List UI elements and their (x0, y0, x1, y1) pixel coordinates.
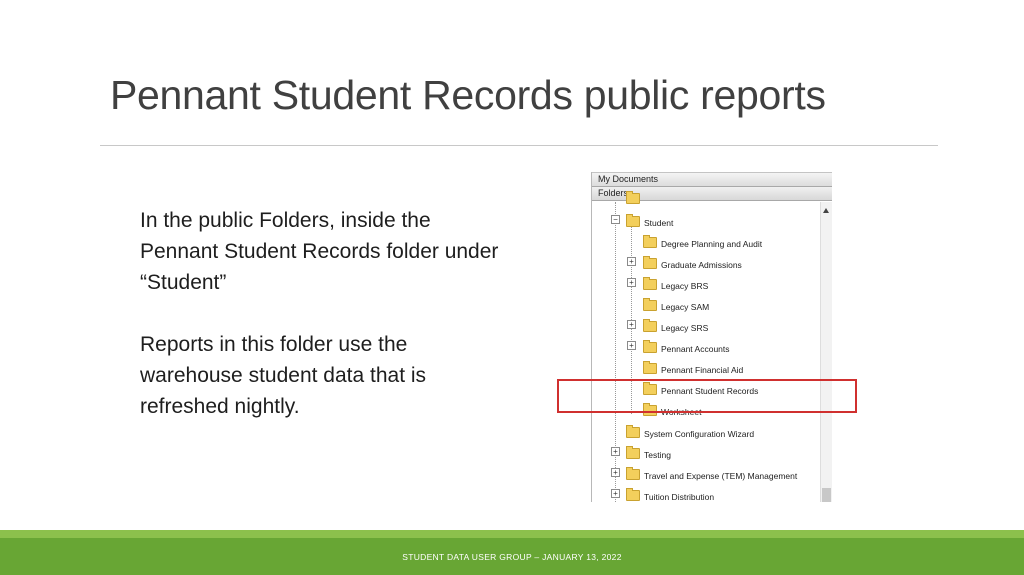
tree-node-cut (626, 191, 644, 207)
my-documents-header[interactable]: My Documents (592, 172, 832, 187)
title-divider (100, 145, 938, 146)
tree-node-system-configuration-wizard[interactable]: System Configuration Wizard (626, 425, 755, 441)
tree-node-testing[interactable]: Testing (626, 446, 671, 462)
tree-node-travel-expense[interactable]: Travel and Expense (TEM) Management (626, 467, 798, 483)
footer-text: STUDENT DATA USER GROUP – JANUARY 13, 20… (402, 552, 622, 562)
tree-node-label: Pennant Accounts (661, 344, 730, 354)
folder-icon (626, 214, 640, 227)
tree-guide-root (615, 202, 616, 502)
slide-body: In the public Folders, inside the Pennan… (140, 205, 500, 453)
tree-node-pennant-accounts[interactable]: Pennant Accounts (643, 340, 730, 356)
expand-toggle-icon[interactable]: + (627, 278, 636, 287)
tree-node-graduate-admissions[interactable]: Graduate Admissions (643, 256, 742, 272)
folder-icon (643, 277, 657, 290)
tree-node-label: Legacy BRS (661, 281, 709, 291)
scrollbar-thumb[interactable] (822, 488, 831, 502)
tree-node-label: Student (644, 218, 674, 228)
tree-node-pennant-financial-aid[interactable]: Pennant Financial Aid (643, 361, 744, 377)
tree-node-degree-planning[interactable]: Degree Planning and Audit (643, 235, 763, 251)
folder-icon (626, 446, 640, 459)
tree-node-label: System Configuration Wizard (644, 429, 755, 439)
folder-icon (626, 425, 640, 438)
tree-node-legacy-brs[interactable]: Legacy BRS (643, 277, 709, 293)
body-paragraph-1: In the public Folders, inside the Pennan… (140, 209, 499, 294)
tree-node-legacy-sam[interactable]: Legacy SAM (643, 298, 710, 314)
folder-icon (643, 319, 657, 332)
expand-toggle-icon[interactable]: + (627, 320, 636, 329)
vertical-scrollbar[interactable] (820, 202, 832, 502)
folder-icon (626, 488, 640, 501)
tree-node-label: Travel and Expense (TEM) Management (644, 471, 798, 481)
highlight-box (557, 379, 857, 413)
tree-node-label: Legacy SRS (661, 323, 709, 333)
body-paragraph-2: Reports in this folder use the warehouse… (140, 333, 427, 418)
expand-toggle-icon[interactable]: + (611, 489, 620, 498)
expand-toggle-icon[interactable]: + (627, 341, 636, 350)
tree-node-label: Pennant Financial Aid (661, 365, 744, 375)
folder-icon (643, 235, 657, 248)
tree-node-label: Legacy SAM (661, 302, 710, 312)
folder-icon (626, 191, 640, 204)
folder-tree: − Student Degree Planning and Audit + Gr… (592, 191, 820, 502)
tree-node-label: Tuition Distribution (644, 492, 715, 502)
tree-node-label: Graduate Admissions (661, 260, 742, 270)
expand-toggle-icon[interactable]: + (611, 468, 620, 477)
folder-icon (643, 256, 657, 269)
expand-toggle-icon[interactable]: + (611, 447, 620, 456)
slide-title: Pennant Student Records public reports (110, 72, 826, 118)
folder-icon (643, 340, 657, 353)
tree-node-label: Degree Planning and Audit (661, 239, 763, 249)
tree-node-legacy-srs[interactable]: Legacy SRS (643, 319, 709, 335)
tree-node-tuition-distribution[interactable]: Tuition Distribution (626, 488, 715, 502)
footer-accent-stripe (0, 530, 1024, 538)
tree-node-label: Testing (644, 450, 671, 460)
tree-node-student[interactable]: Student (626, 214, 674, 230)
collapse-toggle-icon[interactable]: − (611, 215, 620, 224)
folder-icon (626, 467, 640, 480)
expand-toggle-icon[interactable]: + (627, 257, 636, 266)
folder-tree-screenshot: My Documents Folders − Student Degree Pl… (591, 172, 832, 502)
folder-icon (643, 298, 657, 311)
folder-icon (643, 361, 657, 374)
scroll-up-arrow-icon[interactable] (823, 208, 829, 213)
